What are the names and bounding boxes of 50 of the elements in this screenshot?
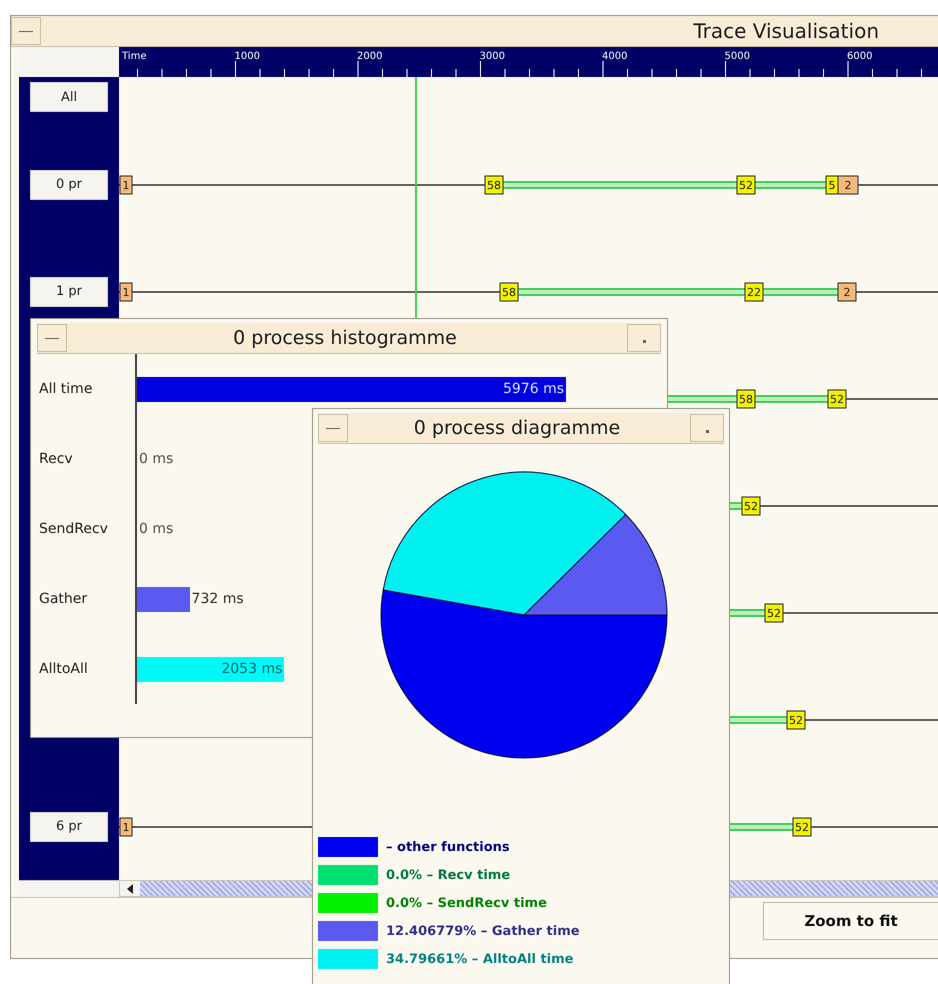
event-marker: 58 [500, 282, 518, 302]
event-marker: 52 [736, 176, 756, 194]
all-button[interactable]: All [30, 82, 108, 112]
legend-label: 34.79661% – AlltoAll time [386, 952, 574, 966]
event-marker: 52 [742, 496, 760, 516]
tick-label: Time [122, 51, 146, 62]
event-marker: 52 [764, 604, 784, 622]
value-label: 5976 ms [502, 381, 565, 397]
event-marker: 58 [736, 390, 756, 408]
minimize-button[interactable] [318, 414, 348, 442]
value-label: 2053 ms [221, 661, 284, 677]
zoom-to-fit-button[interactable]: Zoom to fit [763, 902, 938, 940]
process-button[interactable]: 0 pr [30, 170, 108, 200]
value-label: 0 ms [138, 451, 174, 467]
window-menu-button[interactable] [690, 414, 724, 442]
tick-label: 3000 [480, 51, 505, 62]
event-marker: 52 [792, 818, 812, 836]
minimize-button[interactable] [37, 324, 67, 352]
legend-label: – other functions [386, 840, 510, 854]
category-label: SendRecv [37, 494, 137, 564]
event-marker: 58 [484, 176, 504, 194]
tick-label: 4000 [602, 51, 628, 62]
legend-label: 0.0% – Recv time [386, 868, 510, 882]
event-marker: 2 [838, 176, 858, 194]
window-title: Trace Visualisation [692, 19, 880, 43]
tick-label: 2000 [357, 51, 382, 62]
tick-label: 6000 [847, 51, 872, 62]
bar [137, 586, 190, 612]
event-marker: 52 [786, 710, 806, 730]
legend-label: 12.406779% – Gather time [386, 924, 580, 938]
tick-label: 5000 [724, 51, 750, 62]
category-label: Recv [37, 424, 137, 494]
window-title: 0 process diagramme [412, 417, 622, 439]
event-marker: 22 [744, 282, 764, 302]
event-marker: 1 [120, 282, 132, 302]
event-marker: 52 [828, 390, 846, 408]
message-band [755, 181, 826, 189]
value-label: 0 ms [138, 521, 174, 537]
event-marker: 1 [120, 176, 132, 194]
window-title: 0 process histogramme [232, 327, 458, 349]
legend-label: 0.0% – SendRecv time [386, 896, 547, 910]
value-label: 732 ms [190, 591, 244, 607]
event-marker: 2 [838, 282, 856, 302]
window-menu-button[interactable] [627, 324, 661, 352]
tick-label: 1000 [234, 51, 260, 62]
minimize-button[interactable] [11, 17, 41, 45]
event-marker: 5 [826, 176, 838, 194]
process-button[interactable]: 6 pr [30, 812, 108, 842]
process-button[interactable]: 1 pr [30, 276, 108, 306]
event-marker: 1 [120, 818, 132, 836]
